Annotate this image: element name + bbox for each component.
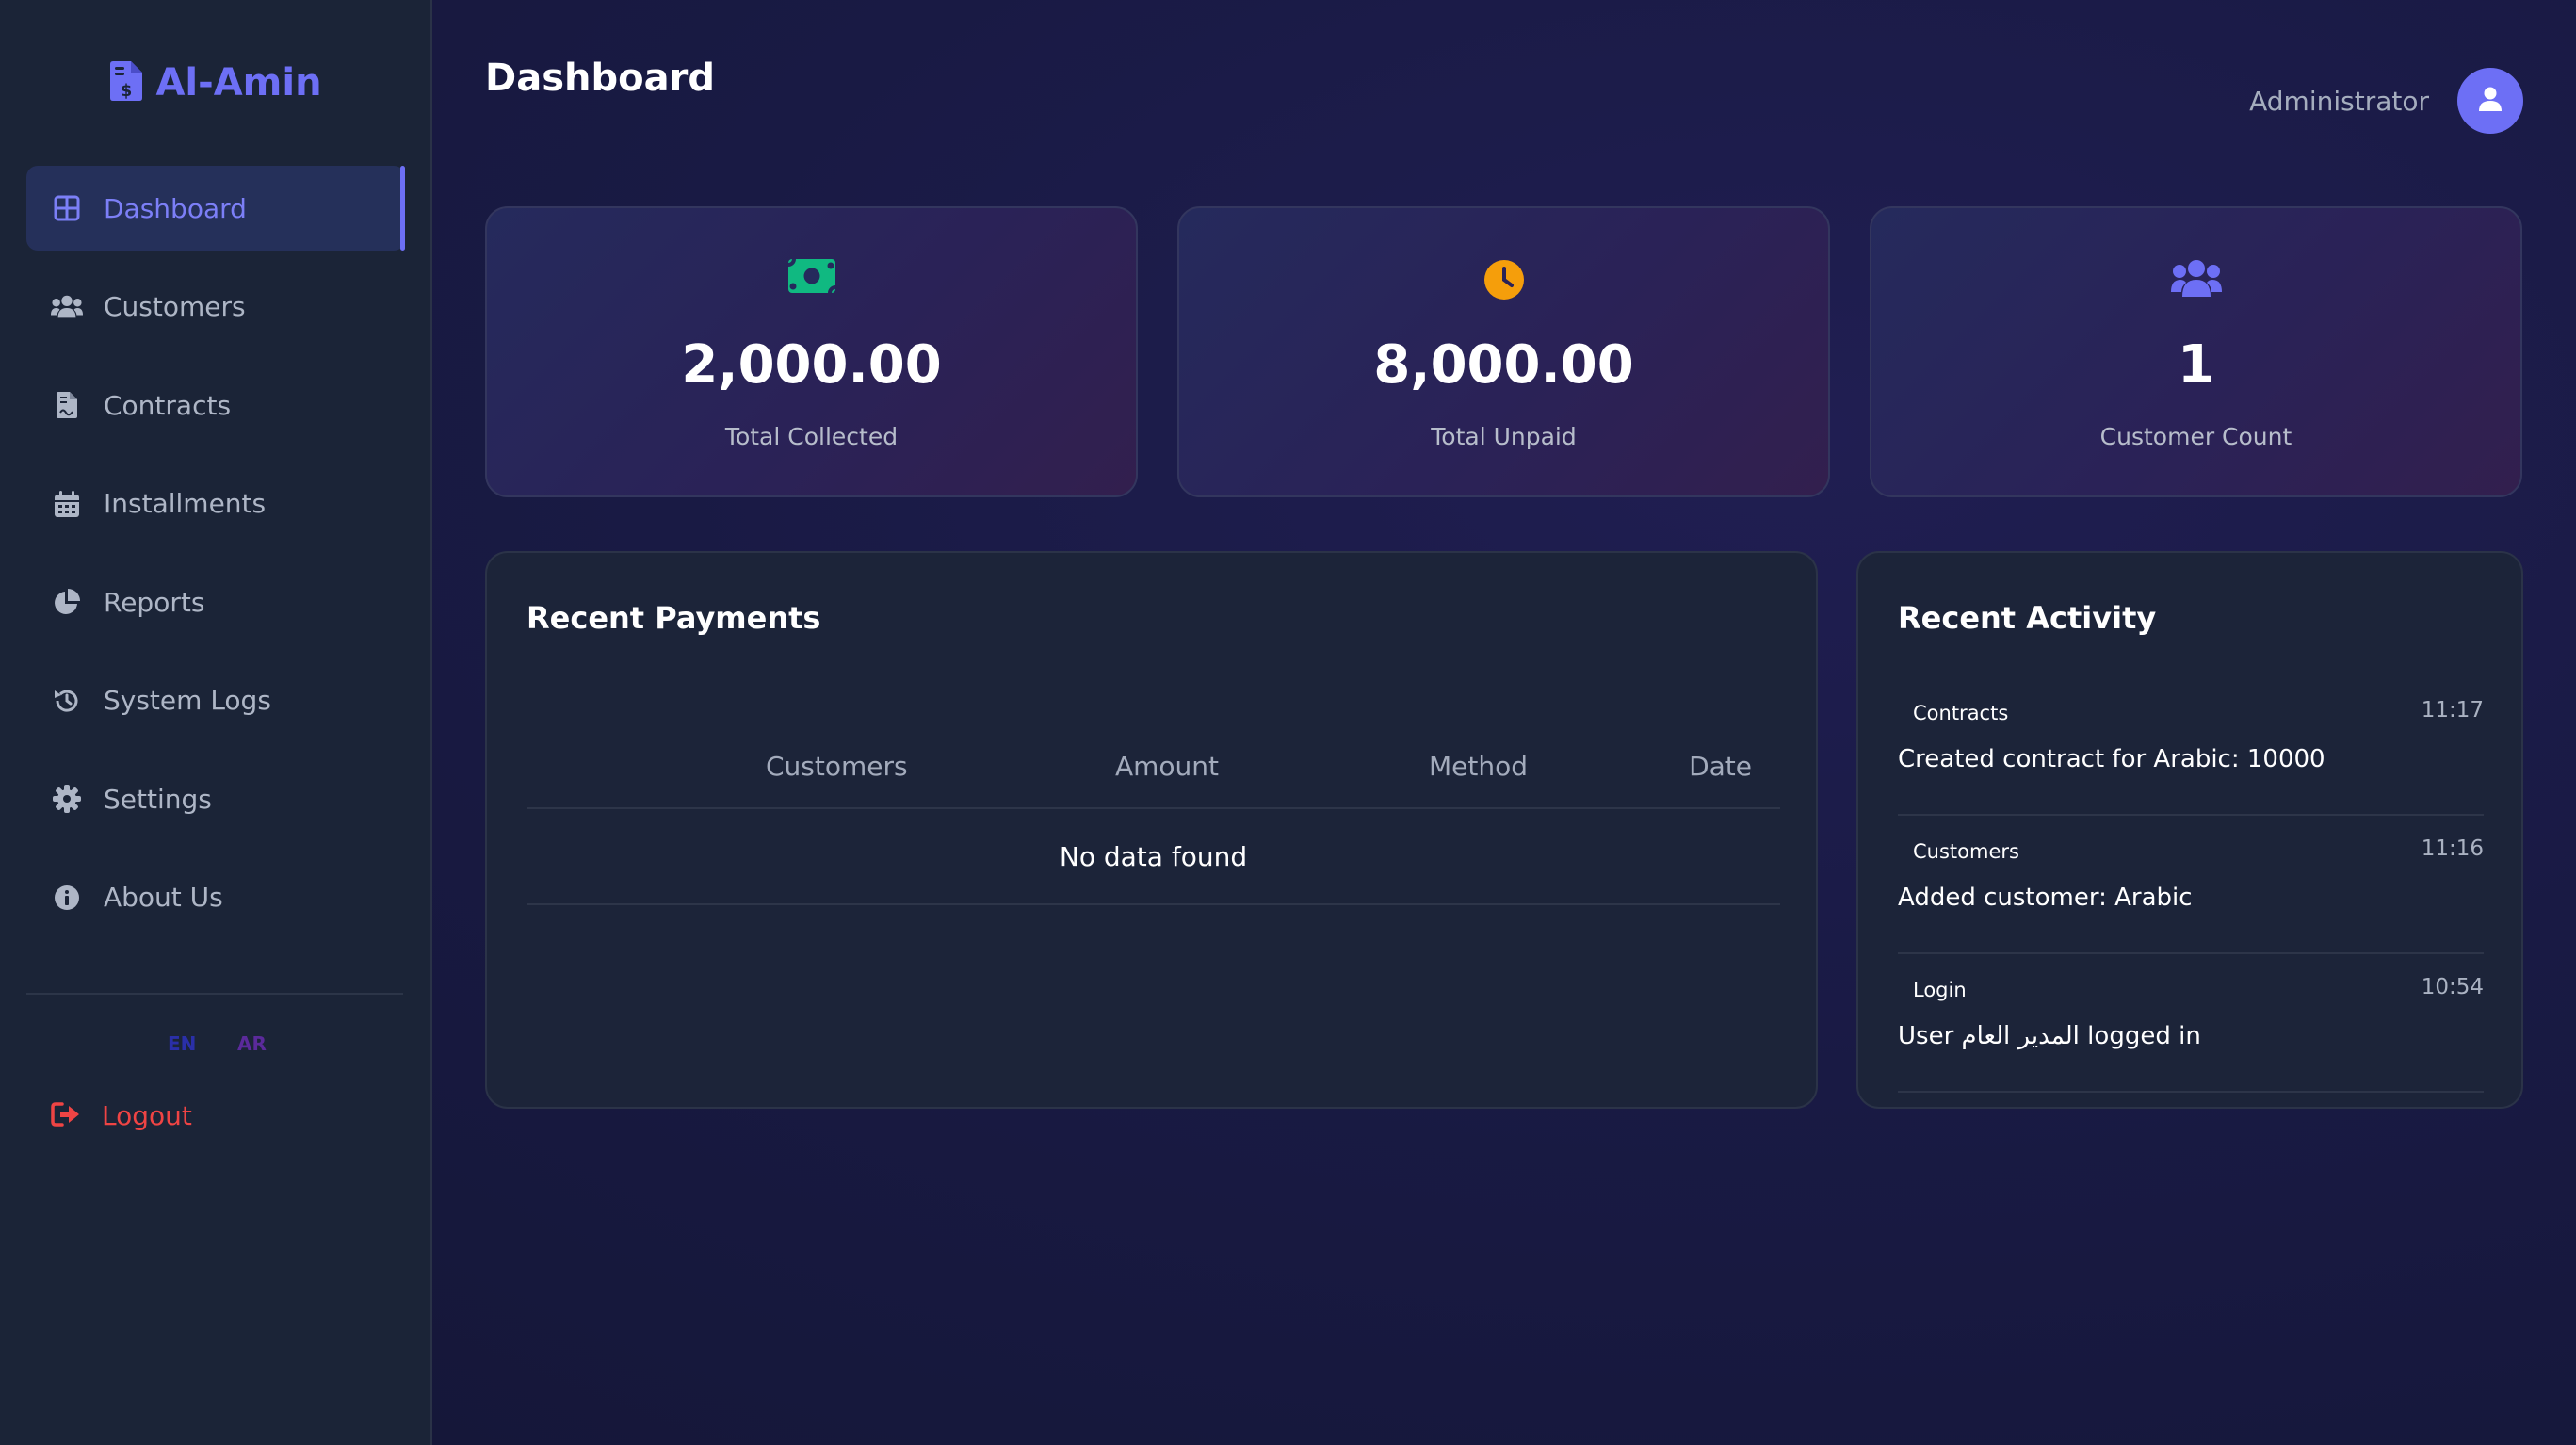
activity-type: Contracts xyxy=(1913,702,2009,724)
recent-activity-panel: Recent Activity Contracts 11:17 Created … xyxy=(1856,551,2523,1109)
language-ar-button[interactable]: AR xyxy=(237,1032,267,1055)
sidebar-divider xyxy=(26,993,403,995)
activity-time: 11:16 xyxy=(2421,836,2484,861)
sidebar: $ Al-Amin Dashboard Customers Contracts … xyxy=(0,0,432,1445)
stat-label: Customer Count xyxy=(2099,423,2292,450)
sidebar-item-system-logs[interactable]: System Logs xyxy=(26,658,405,743)
recent-payments-panel: Recent Payments Customers Amount Method … xyxy=(485,551,1818,1109)
sidebar-item-label: Contracts xyxy=(104,389,232,421)
sidebar-item-about-us[interactable]: About Us xyxy=(26,855,405,940)
activity-type: Customers xyxy=(1913,840,2019,863)
brand[interactable]: $ Al-Amin xyxy=(0,55,432,111)
sidebar-item-dashboard[interactable]: Dashboard xyxy=(26,166,405,251)
column-header-date[interactable]: Date xyxy=(1689,722,1752,809)
activity-time: 10:54 xyxy=(2421,975,2484,999)
empty-state: No data found xyxy=(527,809,1780,905)
language-en-button[interactable]: EN xyxy=(168,1032,196,1055)
logout-button[interactable]: Logout xyxy=(51,1100,192,1131)
sidebar-item-label: System Logs xyxy=(104,685,271,716)
stat-card-total-unpaid: 8,000.00 Total Unpaid xyxy=(1177,206,1830,497)
users-icon xyxy=(51,291,83,323)
stat-label: Total Collected xyxy=(724,423,899,450)
panel-title: Recent Payments xyxy=(527,600,821,636)
page-title: Dashboard xyxy=(485,57,715,100)
stat-label: Total Unpaid xyxy=(1431,423,1577,450)
brand-name: Al-Amin xyxy=(155,61,322,105)
sidebar-item-customers[interactable]: Customers xyxy=(26,265,405,349)
invoice-dollar-icon: $ xyxy=(110,61,143,105)
clock-icon xyxy=(1179,259,1828,300)
stat-card-customer-count: 1 Customer Count xyxy=(1870,206,2522,497)
activity-text: Created contract for Arabic: 10000 xyxy=(1898,745,2325,773)
pie-chart-icon xyxy=(51,586,83,618)
sidebar-item-label: Reports xyxy=(104,586,205,618)
file-contract-icon xyxy=(51,389,83,421)
sidebar-item-label: About Us xyxy=(104,882,223,913)
history-icon xyxy=(51,685,83,717)
stat-value: 8,000.00 xyxy=(1373,334,1634,396)
sidebar-item-installments[interactable]: Installments xyxy=(26,462,405,546)
user-name: Administrator xyxy=(2249,85,2429,117)
sidebar-item-settings[interactable]: Settings xyxy=(26,756,405,841)
money-bill-icon xyxy=(487,259,1136,293)
column-header-customers[interactable]: Customers xyxy=(766,722,908,809)
avatar[interactable] xyxy=(2457,68,2523,134)
sidebar-item-label: Installments xyxy=(104,488,267,519)
column-header-amount[interactable]: Amount xyxy=(1115,722,1219,809)
activity-time: 11:17 xyxy=(2421,698,2484,722)
panel-title: Recent Activity xyxy=(1898,600,2157,636)
gear-icon xyxy=(51,783,83,815)
stat-value: 2,000.00 xyxy=(681,334,942,396)
logout-label: Logout xyxy=(102,1100,192,1131)
user-icon xyxy=(2479,87,2502,115)
sidebar-item-label: Customers xyxy=(104,291,246,322)
activity-list: Contracts 11:17 Created contract for Ara… xyxy=(1898,677,2484,1093)
sidebar-item-label: Dashboard xyxy=(104,192,247,224)
svg-text:$: $ xyxy=(121,81,133,101)
list-item: Customers 11:16 Added customer: Arabic xyxy=(1898,816,2484,954)
list-item: Login 10:54 User المدير العام logged in xyxy=(1898,954,2484,1093)
activity-type: Login xyxy=(1913,979,1967,1001)
activity-text: Added customer: Arabic xyxy=(1898,884,2193,912)
sign-out-icon xyxy=(51,1101,81,1131)
table-header: Customers Amount Method Date xyxy=(527,722,1780,809)
users-icon xyxy=(1871,259,2520,299)
sidebar-item-label: Settings xyxy=(104,783,212,815)
app-root: $ Al-Amin Dashboard Customers Contracts … xyxy=(0,0,2576,1445)
sidebar-item-contracts[interactable]: Contracts xyxy=(26,363,405,447)
column-header-method[interactable]: Method xyxy=(1429,722,1528,809)
calendar-icon xyxy=(51,488,83,520)
sidebar-item-reports[interactable]: Reports xyxy=(26,560,405,644)
stat-card-total-collected: 2,000.00 Total Collected xyxy=(485,206,1138,497)
list-item: Contracts 11:17 Created contract for Ara… xyxy=(1898,677,2484,816)
stat-value: 1 xyxy=(2178,334,2214,396)
sidebar-nav: Dashboard Customers Contracts Installmen… xyxy=(26,166,405,953)
activity-text: User المدير العام logged in xyxy=(1898,1022,2201,1050)
info-icon xyxy=(51,882,83,914)
payments-table: Customers Amount Method Date No data fou… xyxy=(527,722,1780,905)
grid-icon xyxy=(51,192,83,224)
user-menu[interactable]: Administrator xyxy=(2249,68,2523,134)
